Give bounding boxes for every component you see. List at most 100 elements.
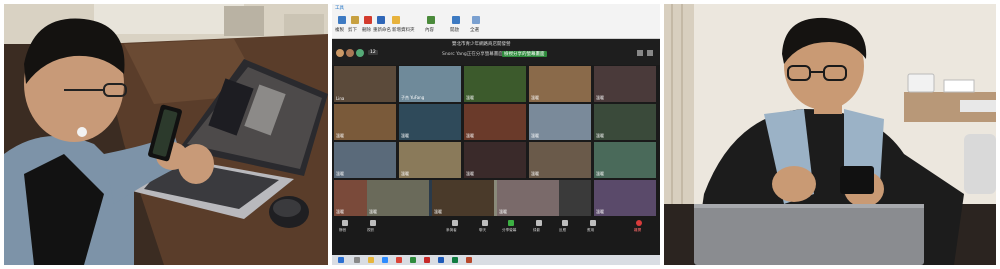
participant-name: 溫暖 [434,209,442,214]
participant-tile[interactable]: Lina [334,66,396,102]
participant-tile[interactable]: 子杰 YuFang [399,66,461,102]
participant-tile[interactable]: 溫暖 [464,104,526,140]
participant-tile[interactable]: 溫暖 [399,104,461,140]
chrome-icon[interactable] [396,257,402,263]
reactions-icon[interactable] [562,220,568,226]
control-label-chat: 聊天 [479,228,487,232]
participant-tile[interactable]: 溫暖 [529,104,591,140]
control-label-apps: 應用 [587,228,595,232]
ribbon-label-select-all: 全選 [470,28,479,33]
participant-name: 溫暖 [466,133,474,138]
meeting-control-bar: 靜音 視訊 參與者 聊天 分享螢幕 錄影 反應 應用 離開 [336,218,656,238]
participant-tile[interactable]: 溫暖 [529,142,591,178]
participants-icon[interactable] [452,220,458,226]
ribbon-tab-label[interactable]: 工具 [335,5,344,11]
search-icon[interactable] [354,257,360,263]
leave-icon[interactable] [636,220,642,226]
participant-name: 溫暖 [531,171,539,176]
folder-icon[interactable] [368,257,374,263]
control-label-mute: 靜音 [339,228,347,232]
ribbon-label-delete: 刪除 [362,28,371,33]
fullscreen-icon[interactable] [647,50,653,56]
participant-tile[interactable]: 溫暖 [399,142,461,178]
leave-button[interactable]: 離開 [634,228,641,233]
right-photo-panel [664,4,996,265]
chat-icon[interactable] [482,220,488,226]
ribbon-label-cut: 剪下 [348,28,357,33]
ribbon-label-open: 開啟 [450,28,459,33]
delete-icon[interactable] [364,16,372,24]
meeting-header: 雙北市青少年網路商店開發營 12 Snorc Yang正在分享螢幕畫面 檢視分享… [332,39,660,65]
file-explorer-ribbon: 工具 複製 剪下 刪除 重新命名 新增資料夾 內容 開啟 全選 [332,4,660,39]
properties-icon[interactable] [427,16,435,24]
open-icon[interactable] [452,16,460,24]
powerpoint-icon[interactable] [466,257,472,263]
participant-tile[interactable]: 溫暖 [594,66,656,102]
mute-icon[interactable] [342,220,348,226]
participant-tile[interactable]: 溫暖 [529,66,591,102]
windows-taskbar [332,255,660,265]
control-label-record: 錄影 [533,228,541,232]
participant-tile[interactable]: 溫暖 [594,104,656,140]
participant-name: 溫暖 [466,95,474,100]
participant-name: 溫暖 [499,209,507,214]
zoom-icon[interactable] [382,257,388,263]
word-icon[interactable] [438,257,444,263]
control-label-video: 視訊 [367,228,375,232]
participant-name: 溫暖 [401,133,409,138]
participant-tile[interactable]: 溫暖 [334,104,396,140]
video-grid: Lina 子杰 YuFang 溫暖 溫暖 溫暖 溫暖 溫暖 溫暖 溫暖 溫暖 溫暖 溫暖 溫暖 溫暖 溫暖溫… [334,66,658,216]
apps-icon[interactable] [590,220,596,226]
new-folder-icon[interactable] [392,16,400,24]
line-icon[interactable] [410,257,416,263]
video-icon[interactable] [370,220,376,226]
share-screen-icon[interactable] [508,220,514,226]
participant-name: 溫暖 [531,95,539,100]
participant-name: 溫暖 [596,171,604,176]
participant-tile[interactable]: 溫暖 [367,180,429,216]
copy-icon[interactable] [338,16,346,24]
participant-name: 溫暖 [596,209,604,214]
avatar [346,49,354,57]
cut-icon[interactable] [351,16,359,24]
participant-tile[interactable]: 溫暖 [464,142,526,178]
right-photo [664,4,996,265]
control-label-reactions: 反應 [559,228,567,232]
participant-name: Lina [336,96,345,101]
participant-tile[interactable]: 溫暖 [497,180,559,216]
participant-name: 溫暖 [369,209,377,214]
meeting-title: 雙北市青少年網路商店開發營 [452,42,511,47]
participant-tile[interactable]: 溫暖 [594,180,656,216]
participant-name: 溫暖 [596,133,604,138]
participant-name: 溫暖 [466,171,474,176]
left-photo-panel [4,4,328,265]
participant-tile[interactable]: 溫暖 [432,180,494,216]
participant-name: 溫暖 [401,171,409,176]
control-label-share: 分享螢幕 [502,228,517,232]
acrobat-icon[interactable] [424,257,430,263]
ribbon-label-rename: 重新命名 [373,28,391,33]
participant-name: 溫暖 [336,133,344,138]
excel-icon[interactable] [452,257,458,263]
avatar [356,49,364,57]
left-photo [4,4,328,265]
participant-tile[interactable]: 溫暖 [334,142,396,178]
settings-icon[interactable] [637,50,643,56]
view-share-button[interactable]: 檢視分享的螢幕畫面 [502,51,547,57]
ribbon-label-copy: 複製 [335,28,344,33]
participant-tile[interactable]: 溫暖 [464,66,526,102]
ribbon-label-properties: 內容 [425,28,434,33]
control-label-participants: 參與者 [446,228,457,232]
participant-name: 溫暖 [336,171,344,176]
participant-name: 溫暖 [531,133,539,138]
avatar [336,49,344,57]
participant-name: 溫暖 [596,95,604,100]
share-notice: Snorc Yang正在分享螢幕畫面 [442,52,503,57]
rename-icon[interactable] [377,16,385,24]
select-all-icon[interactable] [472,16,480,24]
participant-count: 12 [368,50,378,55]
ribbon-label-new-folder: 新增資料夾 [392,28,415,33]
record-icon[interactable] [536,220,542,226]
participant-tile[interactable]: 溫暖 [594,142,656,178]
start-icon[interactable] [338,257,344,263]
